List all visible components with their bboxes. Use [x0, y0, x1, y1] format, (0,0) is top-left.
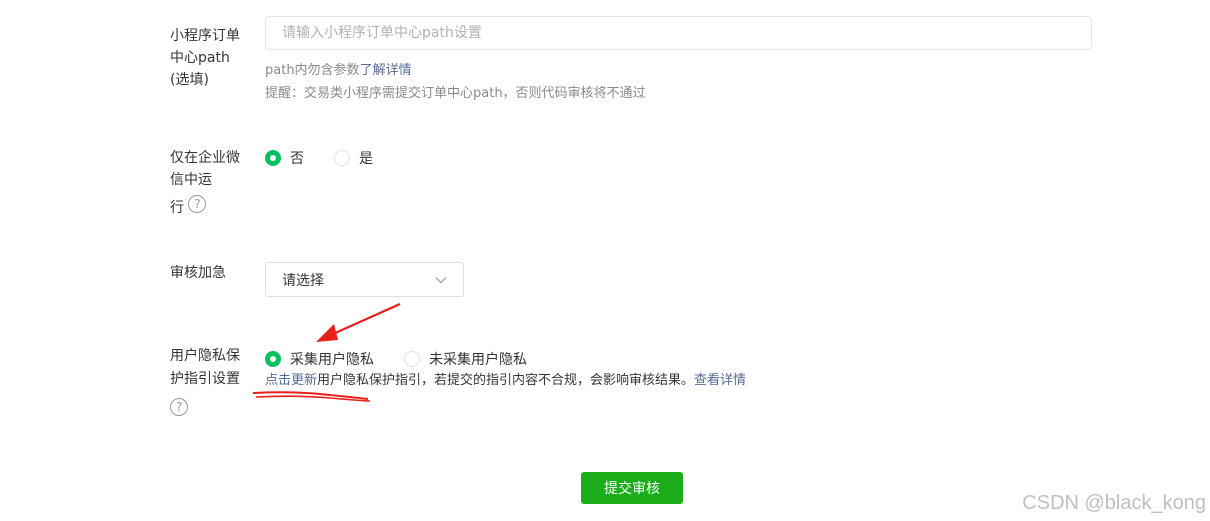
order-path-label-line-3: (选填): [170, 72, 209, 88]
radio-checked-icon: [265, 351, 281, 367]
privacy-radio-collect[interactable]: 采集用户隐私: [265, 349, 374, 369]
order-path-input[interactable]: [265, 16, 1092, 50]
wecom-only-radio-no-label: 否: [290, 151, 304, 167]
order-path-reminder: 提醒：交易类小程序需提交订单中心path，否则代码审核将不通过: [265, 86, 646, 101]
order-path-hint: path内勿含参数了解详情: [265, 61, 412, 81]
wecom-only-label-line-2: 信中运: [170, 172, 212, 188]
wecom-only-label-line-3-text: 行: [170, 200, 184, 216]
privacy-label-line-2: 护指引设置: [170, 371, 240, 387]
privacy-radio-not-collect-label: 未采集用户隐私: [429, 352, 527, 368]
wecom-only-radio-yes[interactable]: 是: [334, 148, 373, 168]
wecom-only-label-line-1: 仅在企业微: [170, 150, 240, 166]
learn-more-link[interactable]: 了解详情: [360, 63, 412, 78]
urgent-review-label: 审核加急: [170, 265, 226, 281]
view-details-link[interactable]: 查看详情: [694, 373, 746, 388]
chevron-down-icon: [435, 276, 447, 283]
order-path-hint-text: path内勿含参数: [265, 63, 360, 78]
privacy-radio-collect-label: 采集用户隐私: [290, 352, 374, 368]
privacy-radio-not-collect[interactable]: 未采集用户隐私: [404, 349, 527, 369]
radio-unchecked-icon: [334, 150, 350, 166]
submit-review-button[interactable]: 提交审核: [581, 472, 683, 504]
csdn-watermark: CSDN @black_kong: [1022, 492, 1206, 514]
radio-unchecked-icon: [404, 351, 420, 367]
wecom-only-label-line-3: 行 ?: [170, 195, 240, 219]
update-privacy-link[interactable]: 点击更新: [265, 373, 317, 388]
privacy-desc-text: 用户隐私保护指引，若提交的指引内容不合规，会影响审核结果。: [317, 373, 695, 388]
privacy-help-wrap: ?: [170, 396, 240, 418]
urgent-review-select-value: 请选择: [282, 272, 324, 289]
question-help-icon[interactable]: ?: [188, 195, 207, 213]
question-help-icon[interactable]: ?: [170, 398, 188, 416]
order-path-label: 小程序订单 中心path (选填): [170, 25, 240, 91]
order-path-label-line-2: 中心path: [170, 50, 230, 66]
wecom-only-label: 仅在企业微 信中运 行 ?: [170, 147, 240, 219]
red-arrow-annotation-icon: [316, 302, 401, 342]
wecom-only-radio-no[interactable]: 否: [265, 148, 304, 168]
privacy-label-line-1: 用户隐私保: [170, 348, 240, 364]
urgent-review-select[interactable]: 请选择: [265, 262, 464, 297]
wecom-only-radio-yes-label: 是: [359, 151, 373, 167]
order-path-label-line-1: 小程序订单: [170, 28, 240, 44]
privacy-label: 用户隐私保 护指引设置 ?: [170, 345, 240, 418]
radio-checked-icon: [265, 150, 281, 166]
red-underline-annotation-icon: [252, 391, 371, 402]
